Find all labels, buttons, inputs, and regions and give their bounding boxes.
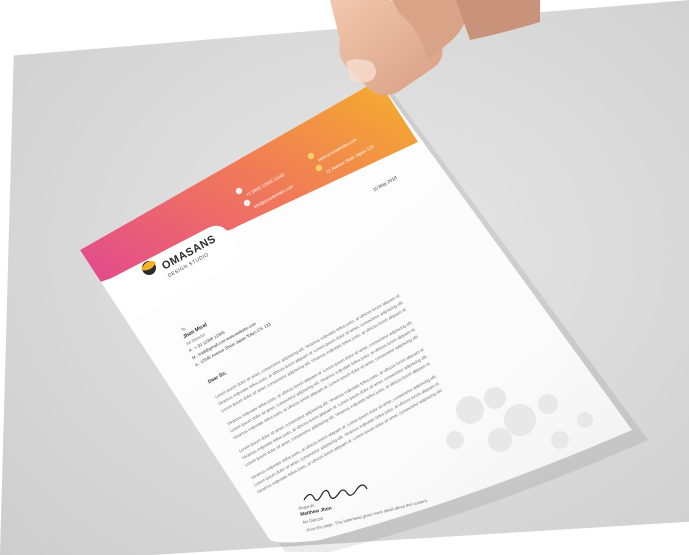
phone-icon: [235, 187, 243, 195]
location-icon: [315, 164, 323, 172]
mail-icon: [243, 199, 251, 207]
hand-image: [330, 0, 540, 96]
globe-icon: [307, 152, 315, 160]
scene-artwork: [80, 0, 648, 552]
photo-scene: OMASANS DESIGN STUDIO +1 (000) 12345 123…: [0, 0, 689, 555]
